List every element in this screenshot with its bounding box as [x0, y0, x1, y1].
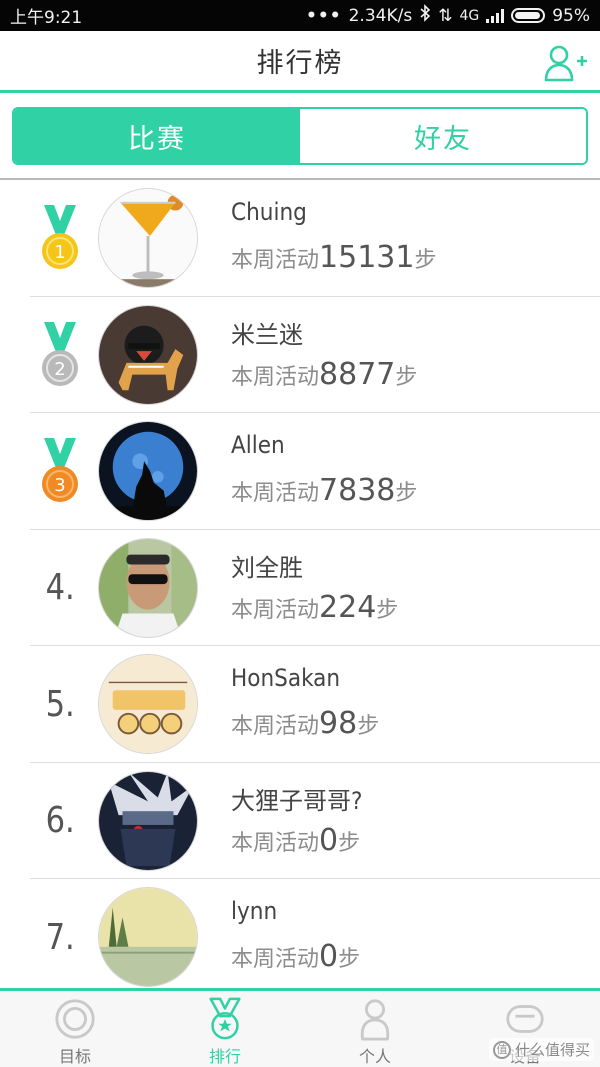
rank-badge: 4.: [30, 530, 90, 646]
weekly-steps: 本周活动8877步: [231, 357, 417, 392]
watermark: 值 什么值得买: [488, 1038, 594, 1061]
rank-badge: 3: [30, 413, 90, 529]
nav-label: 个人: [358, 1047, 391, 1066]
steps-prefix: 本周活动: [231, 714, 320, 739]
target-icon: [55, 999, 95, 1039]
steps-prefix: 本周活动: [231, 248, 320, 273]
battery-fill: [515, 12, 540, 19]
steps-count: 0: [319, 822, 339, 858]
rank-badge: 6.: [30, 763, 90, 879]
weekly-steps: 本周活动224步: [231, 590, 398, 625]
rank-number: 4.: [45, 567, 75, 608]
steps-prefix: 本周活动: [231, 481, 320, 506]
medal-number: 2: [54, 359, 65, 380]
user-name: 大狸子哥哥?: [231, 786, 363, 815]
watermark-text: 什么值得买: [514, 1041, 590, 1059]
cartoon-horse-avatar[interactable]: [98, 304, 198, 405]
data-arrows: ⇅: [438, 5, 453, 26]
ranking-row[interactable]: 7. lynn 本周活动0步: [30, 879, 600, 988]
rank-badge: 5.: [30, 646, 90, 762]
medal-number: 1: [54, 242, 65, 263]
steps-count: 0: [319, 939, 339, 974]
bronze-medal-icon: 3: [42, 438, 78, 502]
steps-suffix: 步: [338, 947, 361, 972]
weekly-steps: 本周活动0步: [231, 939, 360, 974]
bluetooth-icon: [419, 4, 431, 27]
battery-text: 95%: [552, 5, 590, 26]
weekly-steps: 本周活动98步: [231, 706, 379, 741]
rank-badge: 7.: [30, 879, 90, 988]
steps-prefix: 本周活动: [231, 830, 320, 856]
net-speed: 2.34K/s: [348, 5, 413, 26]
steps-prefix: 本周活动: [231, 364, 320, 390]
man-sunglasses-avatar[interactable]: [98, 537, 198, 638]
page-title: 排行榜: [256, 48, 344, 79]
gold-medal-icon: 1: [42, 205, 78, 269]
steps-count: 224: [319, 589, 377, 625]
silver-medal-icon: 2: [42, 321, 78, 386]
steps-suffix: 步: [395, 481, 418, 506]
ranking-row[interactable]: 3 Allen 本周活动7838步: [30, 413, 600, 530]
rank-number: 5.: [45, 683, 75, 725]
landscape-painting-avatar[interactable]: [98, 887, 198, 987]
rank-number: 6.: [45, 800, 75, 841]
nav-target[interactable]: 目标: [0, 991, 150, 1067]
anime-ninja-avatar[interactable]: [98, 770, 198, 871]
user-name: 刘全胜: [231, 553, 303, 582]
ranking-list: 1 Chuing 本周活动15131步 2 米兰迷 本周活动8877步 3 Al…: [0, 180, 600, 988]
medal-icon: [209, 997, 241, 1040]
ranking-row[interactable]: 4. 刘全胜 本周活动224步: [30, 530, 600, 646]
status-time: 上午9:21: [10, 8, 83, 28]
user-name: Allen: [231, 431, 285, 459]
rank-badge: 2: [30, 297, 90, 413]
user-name: Chuing: [231, 198, 307, 226]
steps-count: 98: [319, 706, 358, 741]
tab-competition[interactable]: 比赛: [14, 109, 300, 163]
signal-icon: [486, 8, 505, 23]
nav-label: 排行: [208, 1047, 241, 1066]
nav-profile[interactable]: 个人: [300, 991, 450, 1067]
steps-suffix: 步: [338, 830, 361, 856]
rank-number: 7.: [45, 916, 75, 958]
status-right: ••• 2.34K/s ⇅ 4G 95%: [306, 4, 590, 27]
notification-dots: •••: [305, 5, 342, 26]
ranking-row[interactable]: 1 Chuing 本周活动15131步: [30, 180, 600, 297]
cocktail-glass-avatar[interactable]: [98, 188, 198, 288]
band-icon: [506, 1005, 544, 1033]
steps-prefix: 本周活动: [231, 947, 320, 972]
steps-suffix: 步: [376, 597, 399, 623]
user-name: lynn: [231, 897, 278, 925]
ranking-row[interactable]: 2 米兰迷 本周活动8877步: [30, 297, 600, 413]
sushi-sketch-avatar[interactable]: [98, 654, 198, 754]
nav-label: 目标: [58, 1047, 91, 1066]
person-icon: [360, 999, 390, 1041]
tab-friends[interactable]: 好友: [300, 109, 586, 163]
watermark-logo: 值: [492, 1040, 511, 1059]
add-user-icon: [544, 45, 587, 82]
steps-count: 8877: [319, 356, 396, 392]
steps-suffix: 步: [414, 248, 437, 273]
status-bar: 上午9:21 ••• 2.34K/s ⇅ 4G 95%: [0, 0, 600, 31]
battery-icon: [511, 8, 546, 23]
weekly-steps: 本周活动7838步: [231, 473, 417, 508]
network-type: 4G: [459, 7, 480, 24]
ranking-row[interactable]: 6. 大狸子哥哥? 本周活动0步: [30, 763, 600, 879]
user-name: HonSakan: [231, 664, 341, 692]
add-user-button[interactable]: [544, 43, 588, 83]
weekly-steps: 本周活动0步: [231, 823, 360, 858]
ranking-row[interactable]: 5. HonSakan 本周活动98步: [30, 646, 600, 763]
user-name: 米兰迷: [231, 320, 303, 349]
steps-count: 15131: [319, 240, 415, 275]
weekly-steps: 本周活动15131步: [231, 240, 436, 275]
segment-tabs: 比赛 好友: [12, 107, 588, 165]
wolf-moon-avatar[interactable]: [98, 421, 198, 521]
nav-ranking[interactable]: 排行: [150, 991, 300, 1067]
medal-number: 3: [54, 475, 65, 496]
steps-count: 7838: [319, 473, 396, 508]
header: 排行榜: [0, 31, 600, 93]
rank-badge: 1: [30, 180, 90, 296]
steps-suffix: 步: [357, 714, 380, 739]
steps-suffix: 步: [395, 364, 418, 390]
steps-prefix: 本周活动: [231, 597, 320, 623]
